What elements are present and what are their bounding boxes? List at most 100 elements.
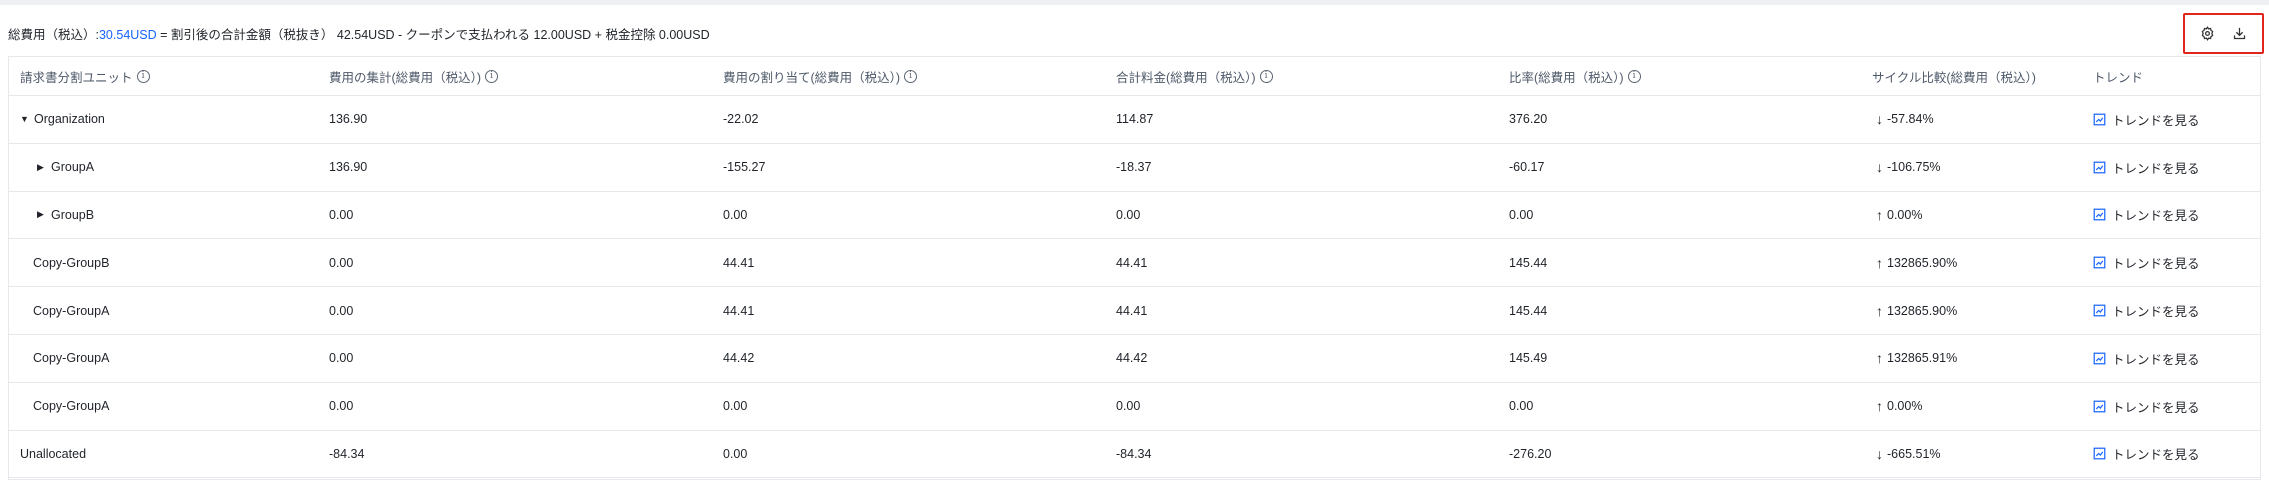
cycle-compare: ↑ 132865.90% xyxy=(1876,287,1957,334)
table-row[interactable]: Copy-GroupA 0.00 0.00 0.00 0.00 ↑ 0.00% トレンドを見る xyxy=(9,383,2260,431)
trend-label: トレンドを見る xyxy=(2112,161,2200,176)
caret-right-icon[interactable]: ▶ xyxy=(37,209,47,220)
table-row[interactable]: ▶ GroupB 0.00 0.00 0.00 0.00 ↑ 0.00% トレンドを見る xyxy=(9,192,2260,240)
view-trend-link[interactable]: トレンドを見る xyxy=(2093,431,2200,478)
total-value: 44.42 xyxy=(1116,351,1148,366)
ratio-value: 145.44 xyxy=(1509,255,1548,270)
cycle-value: 0.00% xyxy=(1887,207,1923,222)
info-icon[interactable]: i xyxy=(1259,69,1273,83)
cycle-value: -665.51% xyxy=(1887,446,1941,461)
trend-chart-icon xyxy=(2093,448,2106,460)
row-name: GroupA xyxy=(51,160,95,175)
trend-label: トレンドを見る xyxy=(2112,113,2200,128)
ratio-value: 376.20 xyxy=(1509,112,1548,127)
view-trend-link[interactable]: トレンドを見る xyxy=(2093,96,2200,143)
summary-prefix: 総費用（税込）: xyxy=(8,28,99,42)
row-name-cell: Unallocated xyxy=(20,431,86,478)
total-value: 44.41 xyxy=(1116,303,1148,318)
trend-label: トレンドを見る xyxy=(2112,448,2200,463)
info-icon[interactable]: i xyxy=(904,69,918,83)
cycle-compare: ↑ 132865.91% xyxy=(1876,335,1957,382)
aggregate-value: -84.34 xyxy=(329,446,365,461)
info-icon[interactable]: i xyxy=(1627,69,1641,83)
total-value: 0.00 xyxy=(1116,207,1141,222)
header-label: 費用の集計(総費用（税込）) xyxy=(329,70,482,85)
row-name: Copy-GroupA xyxy=(33,303,110,318)
header-aggregate: 費用の集計(総費用（税込）) i xyxy=(329,57,499,95)
gear-icon xyxy=(2201,26,2214,41)
header-total: 合計料金(総費用（税込）) i xyxy=(1116,57,1273,95)
aggregate-value: 136.90 xyxy=(329,160,368,175)
header-label: 請求書分割ユニット xyxy=(20,70,133,85)
header-label: サイクル比較(総費用（税込）) xyxy=(1872,70,2036,85)
total-value: 44.41 xyxy=(1116,255,1148,270)
header-ratio: 比率(総費用（税込）) i xyxy=(1509,57,1641,95)
trend-label: トレンドを見る xyxy=(2112,352,2200,367)
ratio-value: -276.20 xyxy=(1509,446,1552,461)
cycle-value: 132865.90% xyxy=(1887,303,1958,318)
total-value: 114.87 xyxy=(1116,112,1154,127)
table-row[interactable]: Copy-GroupA 0.00 44.42 44.42 145.49 ↑ 132865.9… xyxy=(9,335,2260,383)
ratio-value: -60.17 xyxy=(1509,160,1545,175)
caret-down-icon[interactable]: ▼ xyxy=(20,114,30,124)
aggregate-value: 136.90 xyxy=(329,112,368,127)
download-button[interactable] xyxy=(2227,21,2253,47)
cycle-compare: ↓ -665.51% xyxy=(1876,431,1941,478)
row-name-cell: Copy-GroupA xyxy=(33,287,109,334)
table-row[interactable]: Copy-GroupA 0.00 44.41 44.41 145.44 ↑ 132865.9… xyxy=(9,287,2260,335)
trend-chart-icon xyxy=(2093,304,2106,317)
table-row[interactable]: Unallocated -84.34 0.00 -84.34 -276.20 ↓ -665.… xyxy=(9,431,2260,479)
arrow-up-icon: ↑ xyxy=(1876,302,1883,319)
summary-formula: = 割引後の合計金額（税抜き） 42.54USD - クーポンで支払われる 12… xyxy=(156,28,710,42)
trend-label: トレンドを見る xyxy=(2112,209,2200,224)
trend-chart-icon xyxy=(2093,400,2106,413)
view-trend-link[interactable]: トレンドを見る xyxy=(2093,239,2200,286)
caret-right-icon[interactable]: ▶ xyxy=(37,162,47,173)
aggregate-value: 0.00 xyxy=(329,255,354,270)
info-icon[interactable]: i xyxy=(485,69,499,83)
cycle-value: 0.00% xyxy=(1887,399,1923,414)
table-row[interactable]: ▶ GroupA 136.90 -155.27 -18.37 -60.17 ↓ -106.75… xyxy=(9,144,2260,192)
header-trend: トレンド xyxy=(2093,57,2143,95)
top-band xyxy=(0,0,2269,5)
view-trend-link[interactable]: トレンドを見る xyxy=(2093,192,2200,239)
allocation-value: 44.41 xyxy=(723,303,755,318)
summary-total: 30.54USD xyxy=(98,28,157,42)
arrow-up-icon: ↑ xyxy=(1876,350,1883,367)
view-trend-link[interactable]: トレンドを見る xyxy=(2093,335,2200,382)
ratio-value: 0.00 xyxy=(1509,207,1534,222)
download-icon xyxy=(2234,27,2246,40)
trend-label: トレンドを見る xyxy=(2112,257,2200,272)
total-value: -84.34 xyxy=(1116,446,1152,461)
cycle-compare: ↑ 132865.90% xyxy=(1876,239,1957,286)
allocation-value: -155.27 xyxy=(723,160,766,175)
header-allocation: 費用の割り当て(総費用（税込）) i xyxy=(723,57,918,95)
arrow-up-icon: ↑ xyxy=(1876,398,1883,415)
cost-summary: 総費用（税込）:30.54USD = 割引後の合計金額（税抜き） 42.54US… xyxy=(8,24,710,43)
info-icon[interactable]: i xyxy=(136,69,150,83)
allocation-value: 0.00 xyxy=(723,446,748,461)
cycle-value: -57.84% xyxy=(1887,112,1934,127)
header-label: 比率(総費用（税込）) xyxy=(1509,70,1624,85)
trend-chart-icon xyxy=(2093,209,2106,221)
view-trend-link[interactable]: トレンドを見る xyxy=(2093,383,2200,430)
aggregate-value: 0.00 xyxy=(329,399,354,414)
arrow-down-icon: ↓ xyxy=(1876,159,1883,176)
row-name: Copy-GroupB xyxy=(33,255,110,270)
arrow-up-icon: ↑ xyxy=(1876,206,1883,223)
table-row[interactable]: Copy-GroupB 0.00 44.41 44.41 145.44 ↑ 132865.9… xyxy=(9,239,2260,288)
view-trend-link[interactable]: トレンドを見る xyxy=(2093,144,2200,191)
row-name-cell: Copy-GroupB xyxy=(33,239,109,286)
row-name: Copy-GroupA xyxy=(33,351,110,366)
view-trend-link[interactable]: トレンドを見る xyxy=(2093,287,2200,334)
allocation-value: 0.00 xyxy=(723,399,748,414)
settings-button[interactable] xyxy=(2194,21,2220,47)
cycle-value: 132865.91% xyxy=(1887,351,1958,366)
row-name: Copy-GroupA xyxy=(33,399,110,414)
trend-chart-icon xyxy=(2093,256,2106,269)
allocation-value: 44.42 xyxy=(723,351,755,366)
arrow-up-icon: ↑ xyxy=(1876,254,1883,271)
table-row[interactable]: ▼ Organization 136.90 -22.02 114.87 376.20 ↓ -5… xyxy=(9,96,2260,144)
row-name-cell: ▶ GroupA xyxy=(37,144,94,191)
row-name-cell: ▶ GroupB xyxy=(37,192,94,239)
